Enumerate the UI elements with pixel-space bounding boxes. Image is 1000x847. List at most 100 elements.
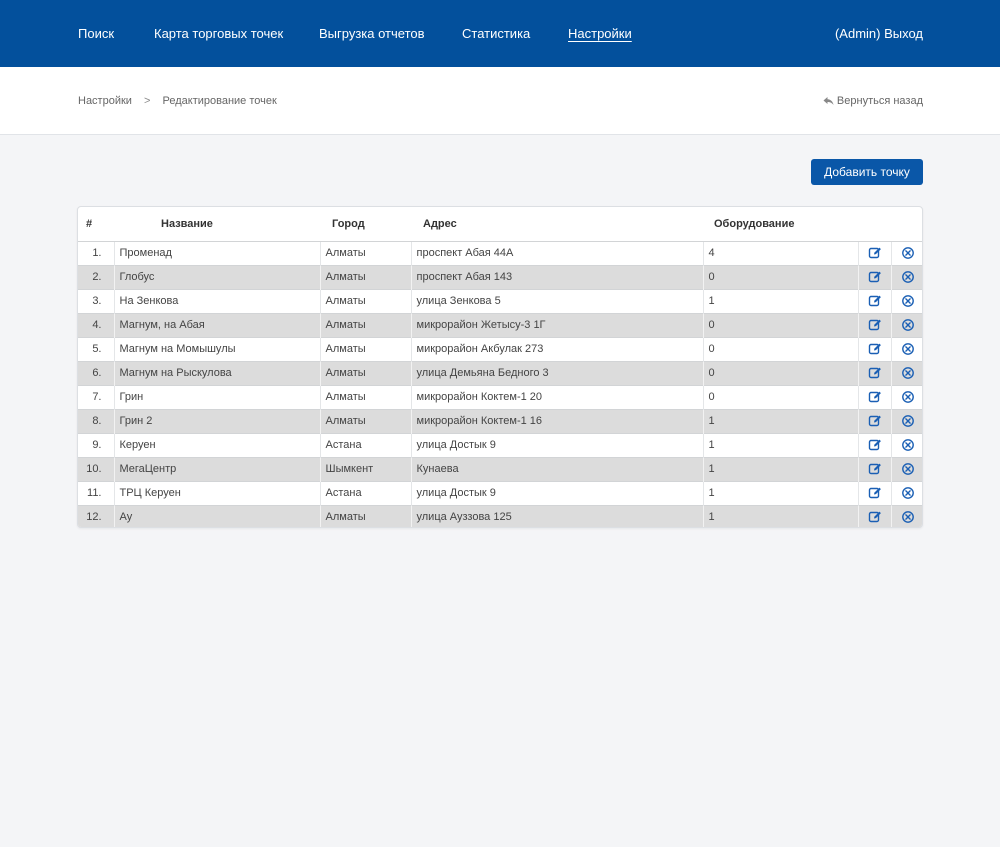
cell-edit <box>857 264 891 289</box>
delete-icon[interactable] <box>901 342 915 356</box>
edit-icon[interactable] <box>868 390 882 404</box>
cell-city: Алматы <box>319 240 411 265</box>
header-name: Название <box>161 217 213 230</box>
reply-arrow-icon <box>823 97 834 105</box>
cell-name: Магнум на Момышулы <box>113 336 320 361</box>
cell-delete <box>890 336 922 361</box>
edit-icon[interactable] <box>868 510 882 524</box>
cell-address: улица Достык 9 <box>410 480 703 505</box>
delete-icon[interactable] <box>901 414 915 428</box>
cell-equipment: 0 <box>702 264 858 289</box>
cell-equipment: 0 <box>702 384 858 409</box>
delete-icon[interactable] <box>901 462 915 476</box>
breadcrumb-bar: Настройки > Редактирование точек Вернуть… <box>0 67 1000 135</box>
cell-num: 11. <box>78 480 114 505</box>
cell-address: улица Достык 9 <box>410 432 703 457</box>
back-link[interactable]: Вернуться назад <box>823 95 923 107</box>
cell-delete <box>890 504 922 527</box>
nav-item-search[interactable]: Поиск <box>78 26 114 41</box>
cell-equipment: 1 <box>702 456 858 481</box>
breadcrumb-separator: > <box>144 95 151 107</box>
cell-num: 5. <box>78 336 114 361</box>
table-row: 3. На Зенкова Алматы улица Зенкова 51 <box>78 288 922 313</box>
cell-delete <box>890 264 922 289</box>
header-address: Адрес <box>423 217 457 230</box>
cell-name: ТРЦ Керуен <box>113 480 320 505</box>
edit-icon[interactable] <box>868 270 882 284</box>
cell-delete <box>890 456 922 481</box>
cell-equipment: 1 <box>702 288 858 313</box>
logout-link[interactable]: (Admin) Выход <box>835 26 923 41</box>
delete-icon[interactable] <box>901 294 915 308</box>
back-link-label: Вернуться назад <box>836 95 923 107</box>
cell-city: Алматы <box>319 360 411 385</box>
table-row: 10. МегаЦентр Шымкент Кунаева 1 <box>78 456 922 481</box>
table-row: 8. Грин 2 Алматы микрорайон Коктем-1 16 1 <box>78 408 922 433</box>
header-num: # <box>86 217 93 230</box>
edit-icon[interactable] <box>868 414 882 428</box>
delete-icon[interactable] <box>901 318 915 332</box>
cell-num: 6. <box>78 360 114 385</box>
cell-equipment: 1 <box>702 408 858 433</box>
cell-delete <box>890 312 922 337</box>
breadcrumb-item-settings[interactable]: Настройки <box>78 95 132 107</box>
edit-icon[interactable] <box>868 462 882 476</box>
cell-edit <box>857 384 891 409</box>
edit-icon[interactable] <box>868 438 882 452</box>
top-navbar: Поиск Карта торговых точек Выгрузка отче… <box>0 0 1000 67</box>
cell-city: Алматы <box>319 288 411 313</box>
cell-city: Алматы <box>319 504 411 527</box>
cell-address: проспект Абая 143 <box>410 264 703 289</box>
edit-icon[interactable] <box>868 486 882 500</box>
delete-icon[interactable] <box>901 486 915 500</box>
nav-item-settings[interactable]: Настройки <box>568 26 632 41</box>
cell-address: Кунаева <box>410 456 703 481</box>
cell-delete <box>890 384 922 409</box>
cell-name: На Зенкова <box>113 288 320 313</box>
edit-icon[interactable] <box>868 246 882 260</box>
edit-icon[interactable] <box>868 342 882 356</box>
cell-num: 7. <box>78 384 114 409</box>
cell-name: Ау <box>113 504 320 527</box>
delete-icon[interactable] <box>901 510 915 524</box>
cell-num: 12. <box>78 504 114 527</box>
cell-address: проспект Абая 44А <box>410 240 703 265</box>
edit-icon[interactable] <box>868 294 882 308</box>
add-point-button[interactable]: Добавить точку <box>811 159 923 185</box>
table-row: 9. Керуен Астана улица Достык 91 <box>78 432 922 457</box>
cell-edit <box>857 240 891 265</box>
cell-name: Магнум на Рыскулова <box>113 360 320 385</box>
nav-item-statistics[interactable]: Статистика <box>462 26 530 41</box>
nav-item-reports[interactable]: Выгрузка отчетов <box>319 26 425 41</box>
cell-equipment: 1 <box>702 504 858 527</box>
cell-city: Алматы <box>319 384 411 409</box>
table-row: 4. Магнум, на Абая Алматы микрорайон Жетысу… <box>78 312 922 337</box>
delete-icon[interactable] <box>901 390 915 404</box>
table-row: 5. Магнум на Момышулы Алматы микрорайон Акб… <box>78 336 922 361</box>
delete-icon[interactable] <box>901 246 915 260</box>
cell-city: Шымкент <box>319 456 411 481</box>
table-body: 1. Променад Алматы проспект Абая 44А 4 2. Глоб… <box>78 240 922 527</box>
cell-delete <box>890 240 922 265</box>
delete-icon[interactable] <box>901 270 915 284</box>
cell-edit <box>857 360 891 385</box>
edit-icon[interactable] <box>868 318 882 332</box>
nav-item-map[interactable]: Карта торговых точек <box>154 26 283 41</box>
header-city: Город <box>332 217 365 230</box>
cell-edit <box>857 288 891 313</box>
cell-num: 3. <box>78 288 114 313</box>
cell-city: Алматы <box>319 408 411 433</box>
cell-name: Магнум, на Абая <box>113 312 320 337</box>
cell-edit <box>857 312 891 337</box>
cell-delete <box>890 408 922 433</box>
cell-city: Алматы <box>319 312 411 337</box>
cell-name: Керуен <box>113 432 320 457</box>
cell-address: микрорайон Коктем-1 20 <box>410 384 703 409</box>
cell-edit <box>857 504 891 527</box>
cell-edit <box>857 456 891 481</box>
cell-edit <box>857 432 891 457</box>
cell-equipment: 1 <box>702 480 858 505</box>
edit-icon[interactable] <box>868 366 882 380</box>
delete-icon[interactable] <box>901 438 915 452</box>
delete-icon[interactable] <box>901 366 915 380</box>
